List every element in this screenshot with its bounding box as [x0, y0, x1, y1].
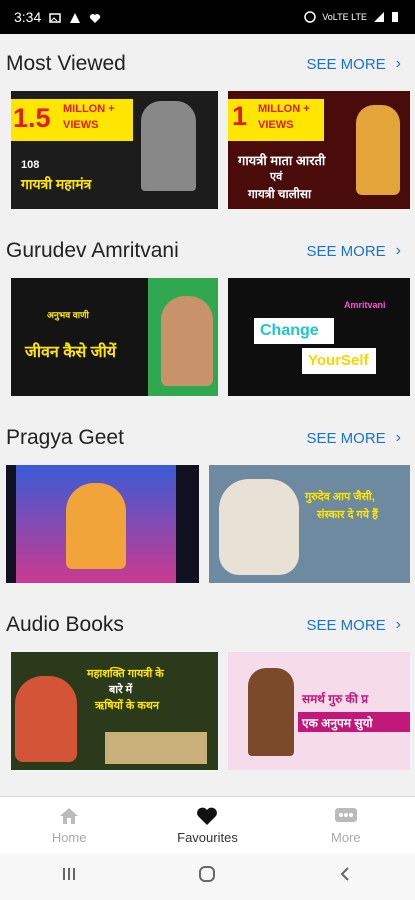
see-more-label: SEE MORE	[306, 242, 386, 260]
nav-more-label: More	[331, 830, 361, 845]
thumbnail-caption: बारे में	[109, 684, 133, 696]
badge-text: MILLON +	[258, 103, 310, 115]
system-navigation-bar	[0, 854, 415, 900]
see-more-button[interactable]: SEE MORE ›	[306, 616, 401, 634]
see-more-label: SEE MORE	[306, 55, 386, 73]
thumbnail-caption: संस्कार दे गये हैं	[317, 509, 378, 521]
thumbnail-caption: महाशक्ति गायत्री के	[87, 668, 164, 680]
section-pragya-geet: Pragya Geet SEE MORE › गुरुदेव आप जैसी, स…	[0, 408, 415, 595]
badge-number: 1.5	[13, 103, 51, 133]
nav-home[interactable]: Home	[0, 797, 138, 854]
see-more-button[interactable]: SEE MORE ›	[306, 242, 401, 260]
thumbnail-caption: गायत्री महामंत्र	[21, 176, 92, 192]
badge-text: MILLON +	[63, 103, 115, 115]
video-thumbnail[interactable]: 1.5 MILLON + VIEWS 108 गायत्री महामंत्र	[11, 91, 218, 209]
guru-portrait	[161, 296, 213, 386]
thumbnail-caption: गुरुदेव आप जैसी,	[305, 491, 375, 503]
main-content[interactable]: Most Viewed SEE MORE › 1.5 MILLON + VIEWS…	[0, 34, 415, 796]
chevron-right-icon: ›	[395, 429, 401, 446]
thumbnail-caption: अनुभव वाणी	[47, 310, 89, 320]
section-title: Gurudev Amritvani	[6, 239, 179, 262]
see-more-label: SEE MORE	[306, 429, 386, 447]
section-most-viewed: Most Viewed SEE MORE › 1.5 MILLON + VIEWS…	[0, 34, 415, 219]
thumbnail-caption: ऋषियों के कथन	[95, 700, 159, 712]
home-circle-icon[interactable]	[198, 865, 216, 889]
thumbnail-caption: समर्थ गुरु की प्र	[302, 692, 369, 706]
bottom-navigation: Home Favourites More	[0, 796, 415, 854]
image-icon	[49, 11, 61, 23]
signal-icon	[373, 11, 385, 23]
heart-status-icon	[89, 11, 101, 23]
nav-more[interactable]: More	[277, 797, 415, 854]
badge-text: VIEWS	[258, 119, 294, 131]
warning-icon	[69, 11, 81, 23]
network-label: VoLTE LTE	[322, 12, 367, 22]
thumbnail-caption: एवं	[270, 171, 283, 183]
home-icon	[60, 808, 79, 824]
thumbnail-caption: जीवन कैसे जीयें	[25, 344, 117, 361]
goddess-figure	[66, 483, 126, 569]
thumbnail-caption: Amritvani	[344, 300, 386, 310]
recent-apps-icon[interactable]	[60, 865, 78, 889]
video-thumbnail[interactable]: अनुभव वाणी जीवन कैसे जीयें	[11, 278, 218, 396]
more-icon	[334, 808, 357, 822]
video-thumbnail[interactable]: महाशक्ति गायत्री के बारे में ऋषियों के क…	[11, 652, 218, 770]
thumbnail-caption: YourSelf	[308, 352, 369, 369]
video-thumbnail[interactable]	[6, 465, 199, 583]
see-more-button[interactable]: SEE MORE ›	[306, 429, 401, 447]
guru-portrait	[141, 101, 196, 191]
heart-icon	[197, 807, 218, 825]
nav-home-label: Home	[51, 830, 87, 845]
badge-number: 1	[232, 101, 248, 131]
thumbnail-caption: 108	[21, 159, 40, 171]
chevron-right-icon: ›	[395, 242, 401, 259]
back-icon[interactable]	[337, 865, 355, 889]
rishis-image	[105, 732, 207, 764]
see-more-label: SEE MORE	[306, 616, 386, 634]
video-thumbnail[interactable]: गुरुदेव आप जैसी, संस्कार दे गये हैं	[209, 465, 410, 583]
status-bar: 3:34 VoLTE LTE	[0, 0, 415, 34]
goddess-image	[15, 676, 77, 762]
thumbnail-caption: गायत्री माता आरती	[238, 153, 326, 168]
status-time: 3:34	[14, 9, 42, 25]
battery-icon	[391, 11, 403, 23]
chevron-right-icon: ›	[395, 55, 401, 72]
thumbnail-caption: Change	[260, 322, 319, 339]
section-title: Most Viewed	[6, 52, 126, 75]
sage-image	[248, 668, 294, 756]
alarm-icon	[304, 11, 317, 23]
video-thumbnail[interactable]: Amritvani Change YourSelf	[228, 278, 410, 396]
video-thumbnail[interactable]: समर्थ गुरु की प्र एक अनुपम सुयो	[228, 652, 410, 770]
section-title: Audio Books	[6, 613, 124, 636]
section-title: Pragya Geet	[6, 426, 124, 449]
thumbnail-caption: गायत्री चालीसा	[248, 187, 312, 201]
nav-favourites[interactable]: Favourites	[138, 797, 276, 854]
badge-text: VIEWS	[63, 119, 99, 131]
see-more-button[interactable]: SEE MORE ›	[306, 55, 401, 73]
goddess-image	[356, 105, 400, 195]
chevron-right-icon: ›	[395, 616, 401, 633]
section-gurudev-amritvani: Gurudev Amritvani SEE MORE › अनुभव वाणी ज…	[0, 221, 415, 408]
video-thumbnail[interactable]: 1 MILLON + VIEWS गायत्री माता आरती एवं ग…	[228, 91, 410, 209]
nav-favourites-label: Favourites	[177, 830, 238, 845]
guru-portrait	[219, 479, 299, 575]
section-audio-books: Audio Books SEE MORE › महाशक्ति गायत्री क…	[0, 595, 415, 796]
thumbnail-caption: एक अनुपम सुयो	[302, 716, 373, 730]
